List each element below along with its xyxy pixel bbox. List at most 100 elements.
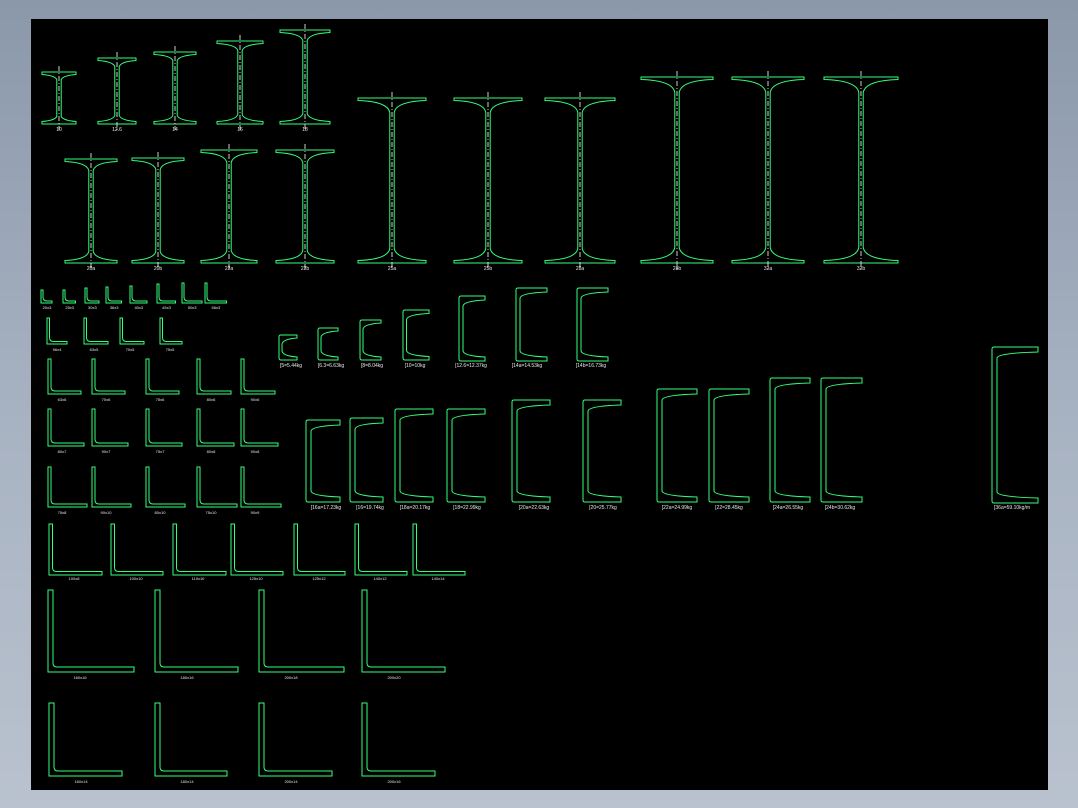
large-angle-5: [293, 523, 346, 576]
large-angle-2: [110, 523, 164, 576]
medium-angle-4-label: 75x5: [166, 347, 175, 352]
angle-grid-5: [240, 358, 276, 395]
angle-grid-15: [240, 466, 282, 508]
angle-grid-3: [145, 358, 180, 395]
channel-15: [708, 388, 750, 503]
xl-angle-5: [48, 702, 123, 777]
large-angle-5-label: 125x12: [312, 576, 326, 581]
small-angle-2-label: 25x3: [65, 305, 74, 310]
large-angle-7-label: 140x14: [431, 576, 445, 581]
small-angle-1: [40, 289, 53, 304]
large-angle-7: [412, 523, 466, 576]
medium-angle-1: [46, 317, 68, 345]
xl-angle-8-label: 200x16: [387, 779, 401, 784]
medium-angle-2-label: 63x5: [90, 347, 99, 352]
large-angle-3: [172, 523, 227, 576]
xl-angle-7: [258, 702, 333, 777]
channel-5: [458, 295, 486, 362]
angle-grid-14: [196, 466, 238, 508]
xl-angle-8: [361, 702, 436, 777]
i-beam-10-label: 25a: [388, 266, 397, 272]
angle-grid-4-label: 80x6: [207, 397, 216, 402]
i-beam-4-label: 16: [237, 127, 243, 133]
channel-16-label: [24a=26.55kg: [773, 505, 804, 511]
channel-6: [515, 287, 548, 362]
i-beam-7-label: 20b: [154, 266, 163, 272]
small-angle-2: [62, 289, 76, 304]
angle-grid-3-label: 75x6: [156, 397, 165, 402]
channel-11: [446, 408, 486, 503]
channel-14: [656, 388, 698, 503]
xl-angle-4-label: 200x20: [387, 675, 401, 680]
i-beam-12-label: 28a: [576, 266, 585, 272]
angle-grid-9: [196, 408, 235, 447]
i-beam-14-label: 32a: [764, 266, 773, 272]
channel-13: [582, 399, 622, 503]
channel-2: [317, 327, 339, 361]
channel-2-label: [6.3=6.63kg: [318, 363, 344, 369]
small-angle-3-label: 30x3: [88, 305, 97, 310]
medium-angle-3-label: 70x5: [126, 347, 135, 352]
channel-18-label: [36a=59.10kg/m: [994, 505, 1030, 511]
channel-1-label: [5=5.44kg: [280, 363, 302, 369]
channel-3: [359, 319, 382, 361]
small-angle-1-label: 20x3: [43, 305, 52, 310]
xl-angle-6-label: 180x14: [180, 779, 194, 784]
channel-12-label: [20a=22.63kg: [519, 505, 550, 511]
medium-angle-3: [119, 317, 145, 345]
small-angle-6-label: 45x3: [162, 305, 171, 310]
angle-grid-2: [91, 358, 126, 395]
small-angle-4: [105, 286, 122, 304]
small-angle-5: [129, 285, 148, 304]
xl-angle-4: [361, 589, 446, 673]
small-angle-6: [156, 283, 176, 304]
angle-grid-12: [91, 466, 132, 508]
i-beam-9-label: 22b: [301, 266, 310, 272]
small-angle-8-label: 56x3: [212, 305, 221, 310]
xl-angle-6: [154, 702, 228, 777]
angle-grid-6: [47, 408, 85, 447]
large-angle-6: [354, 523, 408, 576]
channel-16: [769, 377, 811, 503]
large-angle-2-label: 100x10: [129, 576, 143, 581]
small-angle-8: [204, 282, 227, 304]
xl-angle-2-label: 180x16: [180, 675, 194, 680]
i-beam-5-label: 18: [302, 127, 308, 133]
angle-grid-8-label: 75x7: [156, 449, 165, 454]
angle-grid-13-label: 80x10: [155, 510, 167, 515]
angle-grid-11: [47, 466, 88, 508]
large-angle-1: [48, 523, 103, 576]
channel-10-label: [18a=20.17kg: [400, 505, 431, 511]
xl-angle-3: [258, 589, 345, 673]
i-beam-6-label: 20a: [87, 266, 96, 272]
angle-grid-6-label: 80x7: [58, 449, 67, 454]
angle-grid-8: [145, 408, 183, 447]
angle-grid-1-label: 63x6: [58, 397, 67, 402]
channel-12: [511, 399, 551, 503]
angle-grid-4: [196, 358, 232, 395]
channel-8-label: [16a=17.23kg: [311, 505, 342, 511]
xl-angle-5-label: 160x14: [74, 779, 88, 784]
channel-6-label: [14a=14.53kg: [512, 363, 543, 369]
angle-grid-10-label: 90x8: [251, 449, 260, 454]
xl-angle-1: [47, 589, 135, 673]
channel-4: [402, 309, 430, 361]
xl-angle-1-label: 160x16: [73, 675, 87, 680]
angle-grid-7-label: 90x7: [102, 449, 111, 454]
angle-grid-10: [240, 408, 279, 447]
angle-grid-1: [47, 358, 82, 395]
small-angle-3: [84, 287, 100, 304]
small-angle-7: [181, 282, 203, 304]
drawing-canvas[interactable]: 10 12.6 14 16 18 20a 20b 22a 22b 25a 25b 28a 28b 32a 3…: [31, 19, 1048, 790]
angle-grid-14-label: 75x10: [206, 510, 218, 515]
medium-angle-4: [159, 317, 183, 345]
xl-angle-7-label: 200x14: [284, 779, 298, 784]
small-angle-7-label: 50x3: [188, 305, 197, 310]
channel-14-label: [22a=24.99kg: [662, 505, 693, 511]
large-angle-6-label: 140x12: [373, 576, 387, 581]
angle-grid-13: [145, 466, 186, 508]
angle-grid-9-label: 80x8: [207, 449, 216, 454]
channel-11-label: [18=22.99kg: [453, 505, 481, 511]
large-angle-3-label: 110x10: [192, 576, 206, 581]
channel-15-label: [22=28.45kg: [715, 505, 743, 511]
